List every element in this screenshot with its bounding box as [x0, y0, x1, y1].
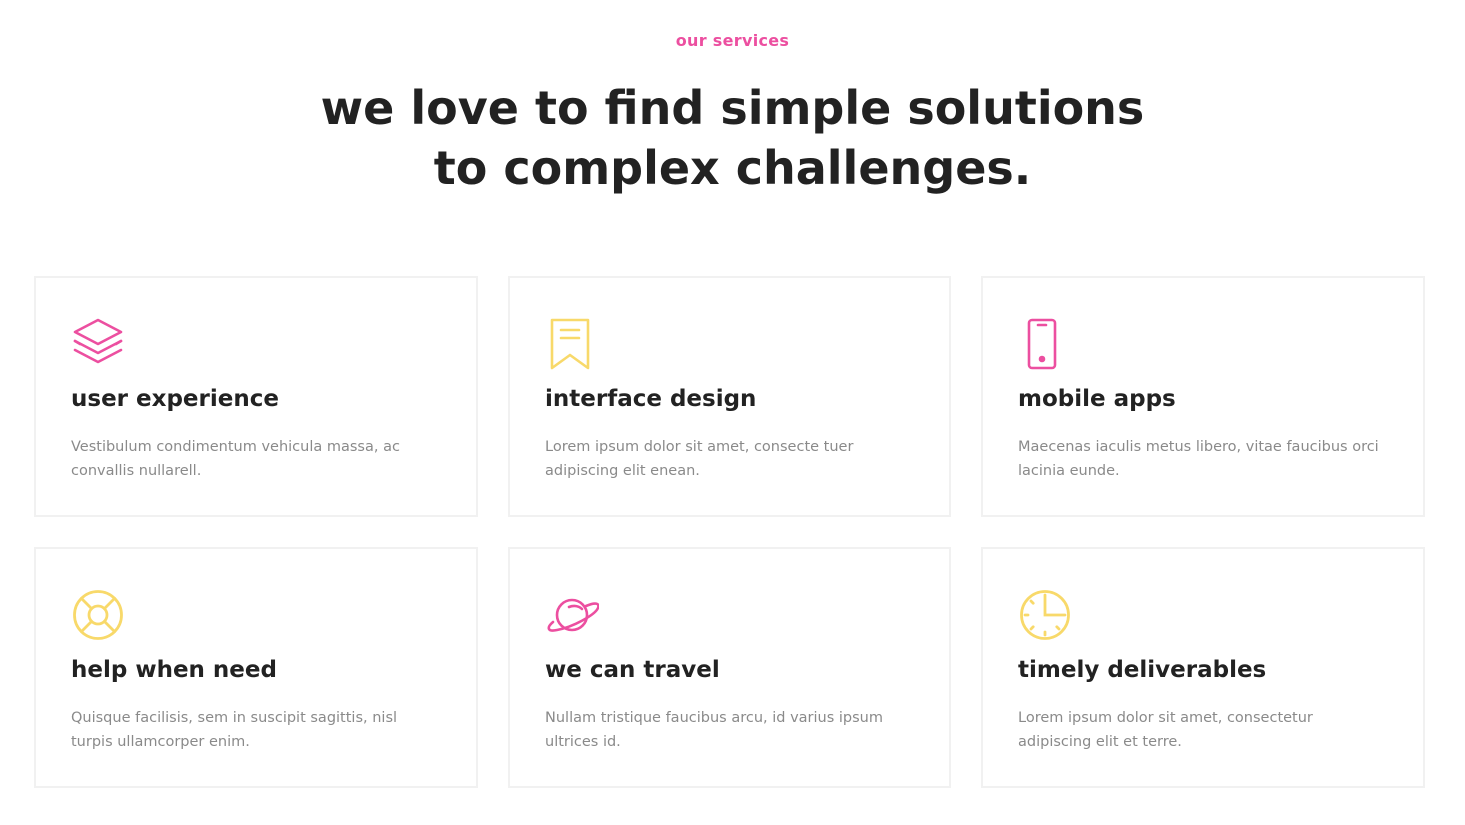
service-title: mobile apps [1018, 386, 1176, 412]
headline-line-2: to complex challenges. [433, 141, 1032, 195]
service-title: we can travel [545, 657, 720, 683]
service-title: help when need [71, 657, 277, 683]
smartphone-icon [1018, 317, 1072, 371]
planet-icon [545, 588, 599, 642]
service-title: user experience [71, 386, 279, 412]
service-card-help-when-need[interactable]: help when need Quisque facilisis, sem in… [34, 547, 478, 788]
service-card-mobile-apps[interactable]: mobile apps Maecenas iaculis metus liber… [981, 276, 1425, 517]
layers-icon [71, 317, 125, 371]
service-card-timely-deliverables[interactable]: timely deliverables Lorem ipsum dolor si… [981, 547, 1425, 788]
service-card-we-can-travel[interactable]: we can travel Nullam tristique faucibus … [508, 547, 951, 788]
headline-line-1: we love to find simple solutions [320, 81, 1145, 135]
service-description: Nullam tristique faucibus arcu, id variu… [545, 710, 883, 750]
service-description: Lorem ipsum dolor sit amet, consecte tue… [545, 439, 854, 479]
section-eyebrow: our services [675, 31, 790, 50]
service-card-interface-design[interactable]: interface design Lorem ipsum dolor sit a… [508, 276, 951, 517]
service-description: Quisque facilisis, sem in suscipit sagit… [71, 710, 398, 750]
service-title: interface design [545, 386, 757, 412]
service-description: Maecenas iaculis metus libero, vitae fau… [1018, 439, 1379, 479]
service-card-user-experience[interactable]: user experience Vestibulum condimentum v… [34, 276, 478, 517]
clock-icon [1018, 588, 1072, 642]
section-headline: we love to find simple solutions to comp… [0, 78, 1465, 198]
lifebuoy-icon [71, 588, 125, 642]
service-description: Lorem ipsum dolor sit amet, consectetur … [1018, 710, 1313, 750]
services-grid: user experience Vestibulum condimentum v… [34, 276, 1426, 788]
service-description: Vestibulum condimentum vehicula massa, a… [71, 439, 400, 479]
service-title: timely deliverables [1018, 657, 1267, 683]
bookmark-icon [545, 317, 599, 371]
